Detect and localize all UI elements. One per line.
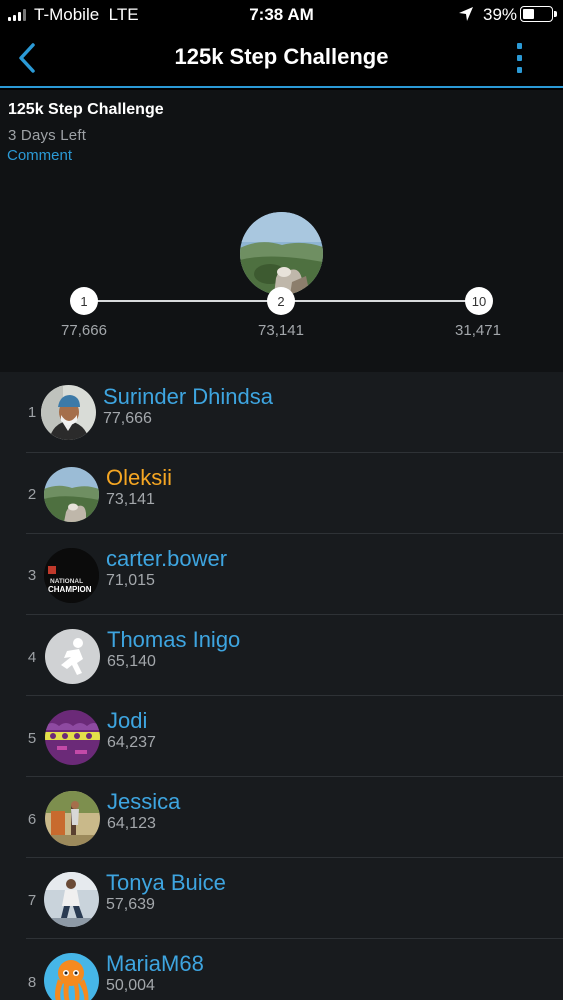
battery-icon (520, 6, 557, 22)
user-name: Jodi (107, 708, 148, 733)
ladder-node-10: 10 (465, 287, 493, 315)
user-name: Thomas Inigo (107, 627, 241, 652)
ladder-steps-10: 31,471 (455, 322, 501, 339)
status-bar: T-Mobile LTE 7:38 AM 39% (0, 0, 563, 30)
leaderboard-row[interactable]: 2 Oleksii 73,141 (0, 453, 563, 534)
rank-number: 4 (27, 649, 37, 666)
ladder-node-2: 2 (267, 287, 295, 315)
user-avatar (45, 791, 100, 846)
rank-number: 3 (27, 567, 37, 584)
user-name: Surinder Dhindsa (103, 384, 273, 409)
leaderboard-row[interactable]: 7 Tonya Buice 57,639 (0, 858, 563, 939)
leaderboard-row[interactable]: 3 NATIONAL CHAMPION carter.bower 71,015 (0, 534, 563, 615)
current-user-avatar (240, 212, 323, 295)
user-steps: 64,237 (107, 734, 156, 751)
clock: 7:38 AM (249, 5, 314, 24)
user-steps: 57,639 (106, 896, 155, 913)
user-avatar (41, 385, 96, 440)
ladder-steps-2: 73,141 (258, 322, 304, 339)
rank-number: 6 (27, 811, 37, 828)
user-steps: 65,140 (107, 653, 156, 670)
leaderboard-list: 1 Surinder Dhindsa 77,666 2 Oleksii 73,1… (0, 372, 563, 1000)
leaderboard-row[interactable]: 1 Surinder Dhindsa 77,666 (0, 372, 563, 453)
leaderboard-row[interactable]: 6 Jessica 64,123 (0, 777, 563, 858)
battery-percent: 39% (483, 5, 518, 24)
user-name: Oleksii (106, 465, 173, 490)
user-steps: 50,004 (106, 977, 155, 994)
rank-number: 8 (27, 974, 37, 991)
user-avatar (44, 953, 99, 1000)
nav-bar: 125k Step Challenge (0, 30, 563, 88)
location-arrow-icon (459, 7, 473, 21)
challenge-header: 125k Step Challenge 3 Days Left Comment … (0, 90, 563, 372)
days-left-label: 3 Days Left (8, 127, 87, 144)
user-name: Tonya Buice (106, 870, 226, 895)
user-steps: 64,123 (107, 815, 156, 832)
leaderboard-row[interactable]: 5 Jodi 64,237 (0, 696, 563, 777)
avatar-text-1: NATIONAL (50, 578, 83, 585)
rank-number: 2 (27, 486, 37, 503)
user-steps: 71,015 (106, 572, 155, 589)
user-name: carter.bower (106, 546, 228, 571)
leaderboard-row[interactable]: 8 MariaM68 50,004 (0, 939, 563, 1000)
user-steps: 77,666 (103, 410, 152, 427)
user-avatar (44, 467, 99, 522)
leaderboard-row[interactable]: 4 Thomas Inigo 65,140 (0, 615, 563, 696)
comment-link[interactable]: Comment (7, 147, 72, 164)
user-avatar (45, 710, 100, 765)
ladder-steps-1: 77,666 (61, 322, 107, 339)
user-name: MariaM68 (106, 951, 204, 976)
user-steps: 73,141 (106, 491, 155, 508)
challenge-title: 125k Step Challenge (8, 101, 164, 118)
default-avatar-icon (45, 629, 100, 684)
more-options-icon[interactable] (511, 40, 527, 76)
user-name: Jessica (107, 789, 181, 814)
user-avatar (44, 872, 99, 927)
page-title: 125k Step Challenge (174, 44, 389, 69)
ladder-node-1: 1 (70, 287, 98, 315)
user-avatar: NATIONAL CHAMPION (44, 548, 99, 603)
avatar-text-2: CHAMPION (48, 585, 92, 594)
rank-number: 7 (27, 892, 37, 909)
rank-number: 5 (27, 730, 37, 747)
